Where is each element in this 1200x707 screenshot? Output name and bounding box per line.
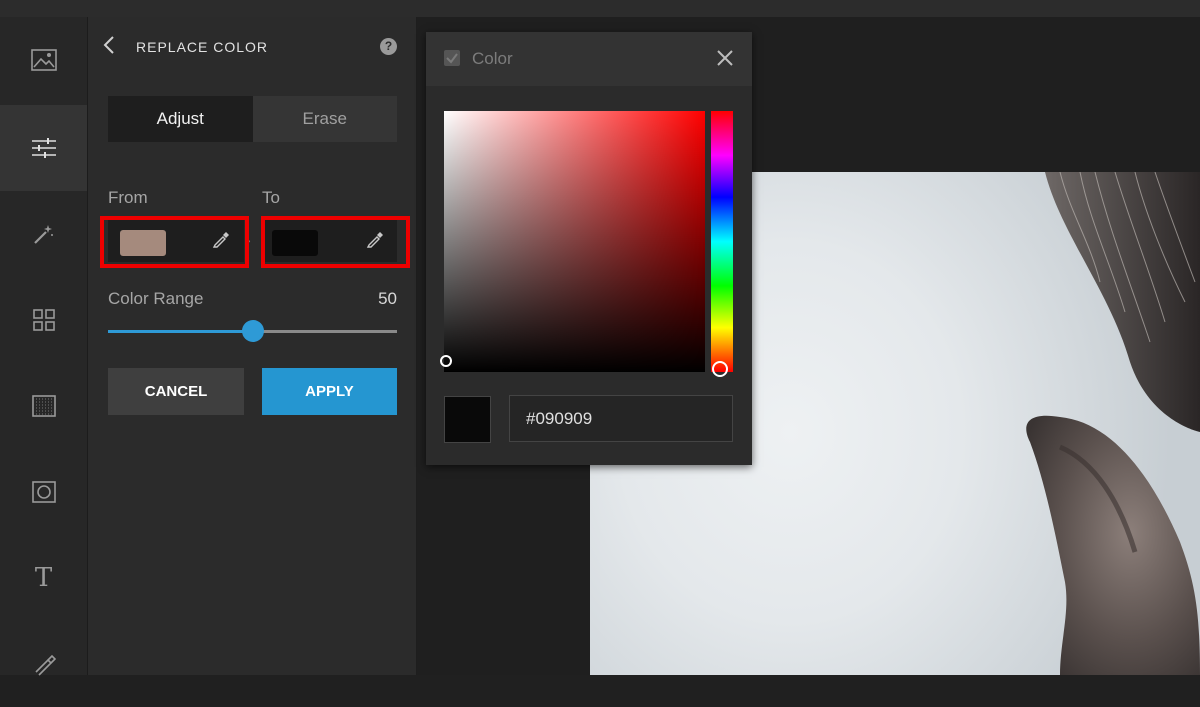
top-bar	[0, 0, 1200, 17]
color-preview-swatch	[444, 396, 491, 443]
text-icon: T	[34, 563, 53, 593]
mode-tabs: Adjust Erase	[108, 96, 397, 142]
slider-fill	[108, 330, 253, 333]
image-icon	[30, 49, 57, 71]
saturation-value-field[interactable]	[440, 111, 705, 372]
tool-sidebar: T	[0, 17, 88, 676]
to-highlight-box	[261, 216, 410, 268]
replace-color-panel: REPLACE COLOR ? Adjust Erase From To › C…	[88, 17, 417, 675]
sidebar-item-draw[interactable]	[0, 621, 87, 707]
dialog-title: Color	[472, 49, 513, 68]
frame-icon	[31, 481, 56, 503]
close-icon[interactable]	[716, 49, 734, 72]
check-icon	[446, 53, 458, 64]
tab-erase[interactable]: Erase	[253, 96, 398, 142]
color-checkbox[interactable]	[444, 50, 460, 66]
from-highlight-box	[100, 216, 249, 268]
color-range-value: 50	[378, 289, 397, 308]
sliders-icon	[31, 137, 57, 159]
cancel-button[interactable]: CANCEL	[108, 368, 244, 415]
sidebar-item-image[interactable]	[0, 17, 87, 103]
back-chevron-icon[interactable]	[102, 35, 116, 60]
sidebar-item-overlays[interactable]	[0, 277, 87, 363]
color-picker-dialog: Color	[426, 32, 752, 465]
grid-icon	[32, 308, 56, 332]
sidebar-item-effects[interactable]	[0, 191, 87, 277]
sidebar-item-frames[interactable]	[0, 449, 87, 535]
hue-slider[interactable]	[711, 111, 733, 377]
brush-icon	[32, 652, 56, 676]
sidebar-item-text[interactable]: T	[0, 535, 87, 621]
panel-title: REPLACE COLOR	[136, 39, 269, 55]
dialog-header: Color	[426, 32, 752, 86]
tab-adjust[interactable]: Adjust	[108, 96, 253, 142]
to-label: To	[262, 188, 280, 207]
apply-button[interactable]: APPLY	[262, 368, 397, 415]
from-label: From	[108, 188, 148, 207]
hex-color-input[interactable]	[509, 395, 733, 442]
sidebar-item-adjust[interactable]	[0, 105, 87, 191]
slider-handle[interactable]	[241, 320, 264, 342]
texture-icon	[31, 395, 56, 417]
hue-cursor[interactable]	[712, 361, 728, 377]
help-icon[interactable]: ?	[380, 38, 397, 55]
sv-cursor[interactable]	[440, 355, 452, 367]
color-range-label: Color Range	[108, 289, 204, 308]
sidebar-item-textures[interactable]	[0, 363, 87, 449]
magic-wand-icon	[32, 222, 56, 246]
